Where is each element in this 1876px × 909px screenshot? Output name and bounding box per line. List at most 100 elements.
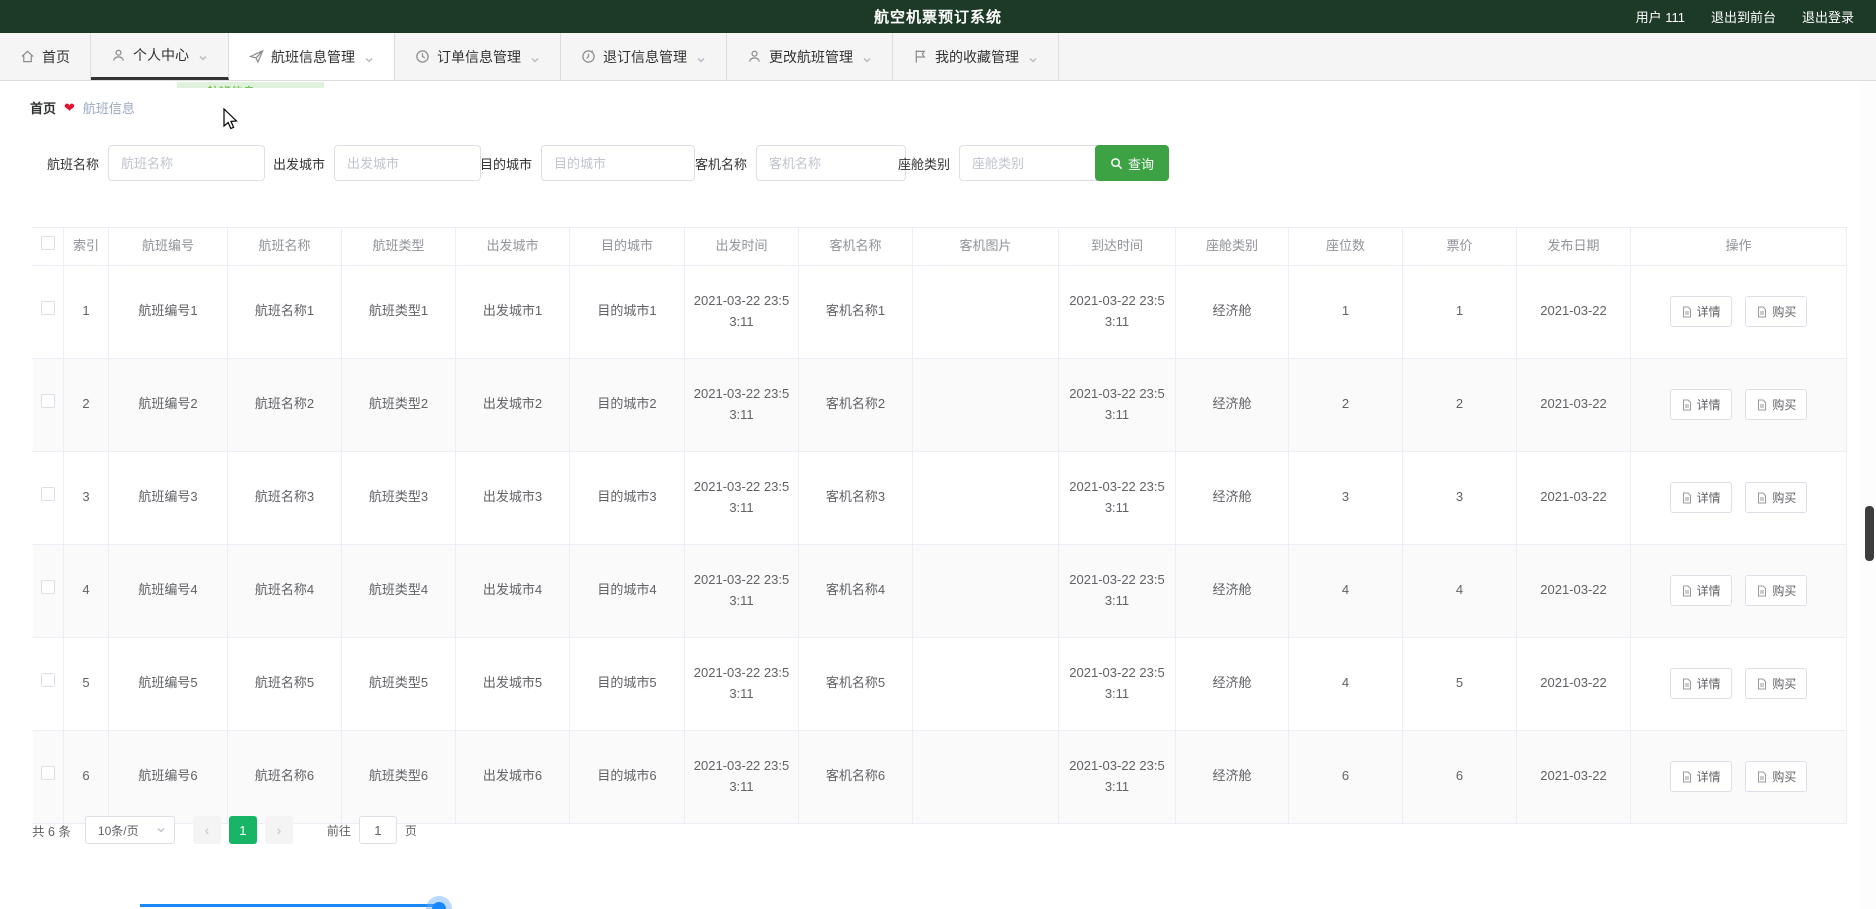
scrollbar-track[interactable] bbox=[1860, 81, 1876, 909]
row-checkbox[interactable] bbox=[41, 766, 55, 781]
detail-button[interactable]: 详情 bbox=[1669, 668, 1732, 700]
cell-depart-city: 出发城市1 bbox=[455, 265, 570, 359]
row-checkbox[interactable] bbox=[41, 487, 55, 502]
table-header-row: 索引 航班编号 航班名称 航班类型 出发城市 目的城市 出发时间 客机名称 客机… bbox=[32, 227, 1847, 266]
cell-flight-no: 航班编号1 bbox=[108, 265, 228, 359]
filter-cabin-type: 座舱类别 bbox=[898, 145, 1112, 181]
cell-seats: 2 bbox=[1288, 358, 1403, 452]
filter-label: 客机名称 bbox=[695, 156, 748, 172]
cabin-type-input[interactable] bbox=[959, 145, 1112, 181]
cell-flight-type: 航班类型4 bbox=[341, 544, 456, 638]
nav-tab-favorites[interactable]: 我的收藏管理 bbox=[893, 33, 1059, 80]
cell-dest-city: 目的城市1 bbox=[569, 265, 685, 359]
document-icon bbox=[1758, 678, 1767, 690]
app-title: 航空机票预订系统 bbox=[873, 9, 1002, 26]
detail-button[interactable]: 详情 bbox=[1669, 761, 1732, 793]
app-header: 航空机票预订系统 用户 111 退出到前台 退出登录 bbox=[0, 0, 1876, 33]
filter-flight-name: 航班名称 bbox=[47, 145, 266, 181]
query-button[interactable]: 查询 bbox=[1095, 145, 1169, 181]
document-icon bbox=[1682, 306, 1691, 318]
cell-depart-city: 出发城市3 bbox=[455, 451, 570, 545]
nav-tab-order-info[interactable]: 订单信息管理 bbox=[395, 33, 561, 80]
cell-arrive-time: 2021-03-22 23:53:11 bbox=[1058, 451, 1176, 545]
plane-name-input[interactable] bbox=[756, 145, 907, 181]
col-seats: 座位数 bbox=[1288, 227, 1403, 266]
dest-city-input[interactable] bbox=[541, 145, 696, 181]
nav-tab-refund-info[interactable]: 退订信息管理 bbox=[561, 33, 727, 80]
scrollbar-thumb[interactable] bbox=[1865, 506, 1874, 561]
page-number-button[interactable]: 1 bbox=[228, 816, 257, 844]
user-icon bbox=[111, 48, 126, 63]
current-user-label: 用户 111 bbox=[1635, 10, 1685, 25]
detail-button[interactable]: 详情 bbox=[1669, 482, 1732, 514]
nav-tab-home[interactable]: 首页 bbox=[0, 33, 91, 80]
filter-label: 目的城市 bbox=[480, 156, 533, 172]
chevron-down-icon bbox=[157, 827, 165, 833]
exit-to-front-link[interactable]: 退出到前台 bbox=[1711, 7, 1776, 26]
cell-dest-city: 目的城市4 bbox=[569, 544, 685, 638]
cell-depart-city: 出发城市2 bbox=[455, 358, 570, 452]
buy-button[interactable]: 购买 bbox=[1745, 296, 1808, 328]
home-icon bbox=[20, 49, 35, 64]
nav-tab-flight-info[interactable]: 航班信息管理 bbox=[229, 33, 395, 80]
cell-depart-time: 2021-03-22 23:53:11 bbox=[684, 265, 799, 359]
buy-button[interactable]: 购买 bbox=[1745, 668, 1808, 700]
nav-tab-label: 首页 bbox=[42, 48, 70, 65]
cell-flight-type: 航班类型3 bbox=[341, 451, 456, 545]
progress-handle[interactable] bbox=[426, 896, 452, 909]
cell-seats: 6 bbox=[1288, 730, 1403, 824]
cell-cabin: 经济舱 bbox=[1175, 358, 1289, 452]
col-flight-no: 航班编号 bbox=[108, 227, 228, 266]
cell-dest-city: 目的城市2 bbox=[569, 358, 685, 452]
logout-link[interactable]: 退出登录 bbox=[1802, 7, 1854, 26]
cell-cabin: 经济舱 bbox=[1175, 544, 1289, 638]
detail-button[interactable]: 详情 bbox=[1669, 389, 1732, 421]
buy-button[interactable]: 购买 bbox=[1745, 389, 1808, 421]
cell-depart-city: 出发城市6 bbox=[455, 730, 570, 824]
cell-seats: 4 bbox=[1288, 637, 1403, 731]
breadcrumb-home[interactable]: 首页 bbox=[30, 98, 56, 117]
cell-cabin: 经济舱 bbox=[1175, 730, 1289, 824]
page-size-select[interactable]: 10条/页 bbox=[84, 816, 175, 844]
cell-publish-date: 2021-03-22 bbox=[1516, 265, 1631, 359]
cell-dest-city: 目的城市6 bbox=[569, 730, 685, 824]
chevron-down-icon bbox=[364, 52, 374, 63]
nav-tab-personal-center[interactable]: 个人中心 bbox=[91, 33, 229, 80]
buy-button[interactable]: 购买 bbox=[1745, 482, 1808, 514]
cell-flight-type: 航班类型1 bbox=[341, 265, 456, 359]
detail-button[interactable]: 详情 bbox=[1669, 575, 1732, 607]
row-checkbox[interactable] bbox=[41, 301, 55, 316]
col-price: 票价 bbox=[1402, 227, 1517, 266]
nav-tab-label: 退订信息管理 bbox=[603, 48, 687, 65]
document-icon bbox=[1682, 399, 1691, 411]
table-row: 5 航班编号5 航班名称5 航班类型5 出发城市5 目的城市5 2021-03-… bbox=[32, 637, 1847, 731]
next-page-button[interactable]: › bbox=[264, 816, 293, 844]
breadcrumb: 首页 ❤ 航班信息 bbox=[30, 98, 135, 117]
filter-depart-city: 出发城市 bbox=[273, 145, 482, 181]
row-checkbox[interactable] bbox=[41, 580, 55, 595]
cell-publish-date: 2021-03-22 bbox=[1516, 358, 1631, 452]
cell-index: 2 bbox=[63, 358, 109, 452]
nav-tab-change-flight[interactable]: 更改航班管理 bbox=[727, 33, 893, 80]
goto-page-input[interactable] bbox=[358, 816, 397, 844]
cell-price: 4 bbox=[1402, 544, 1517, 638]
cell-dest-city: 目的城市3 bbox=[569, 451, 685, 545]
detail-button[interactable]: 详情 bbox=[1669, 296, 1732, 328]
select-all-checkbox[interactable] bbox=[41, 236, 55, 250]
col-flight-name: 航班名称 bbox=[227, 227, 342, 266]
bottom-progress-bar[interactable] bbox=[140, 904, 440, 907]
col-depart-city: 出发城市 bbox=[455, 227, 570, 266]
goto-label: 前往 bbox=[326, 823, 351, 838]
buy-button[interactable]: 购买 bbox=[1745, 575, 1808, 607]
flight-name-input[interactable] bbox=[108, 145, 266, 181]
heart-icon: ❤ bbox=[64, 99, 75, 115]
row-checkbox[interactable] bbox=[41, 394, 55, 409]
cell-plane-image bbox=[912, 358, 1059, 452]
depart-city-input[interactable] bbox=[334, 145, 482, 181]
buy-button[interactable]: 购买 bbox=[1745, 761, 1808, 793]
cell-plane-name: 客机名称2 bbox=[798, 358, 913, 452]
row-checkbox[interactable] bbox=[41, 673, 55, 688]
prev-page-button[interactable]: ‹ bbox=[192, 816, 221, 844]
col-plane-image: 客机图片 bbox=[912, 227, 1059, 266]
cell-index: 3 bbox=[63, 451, 109, 545]
